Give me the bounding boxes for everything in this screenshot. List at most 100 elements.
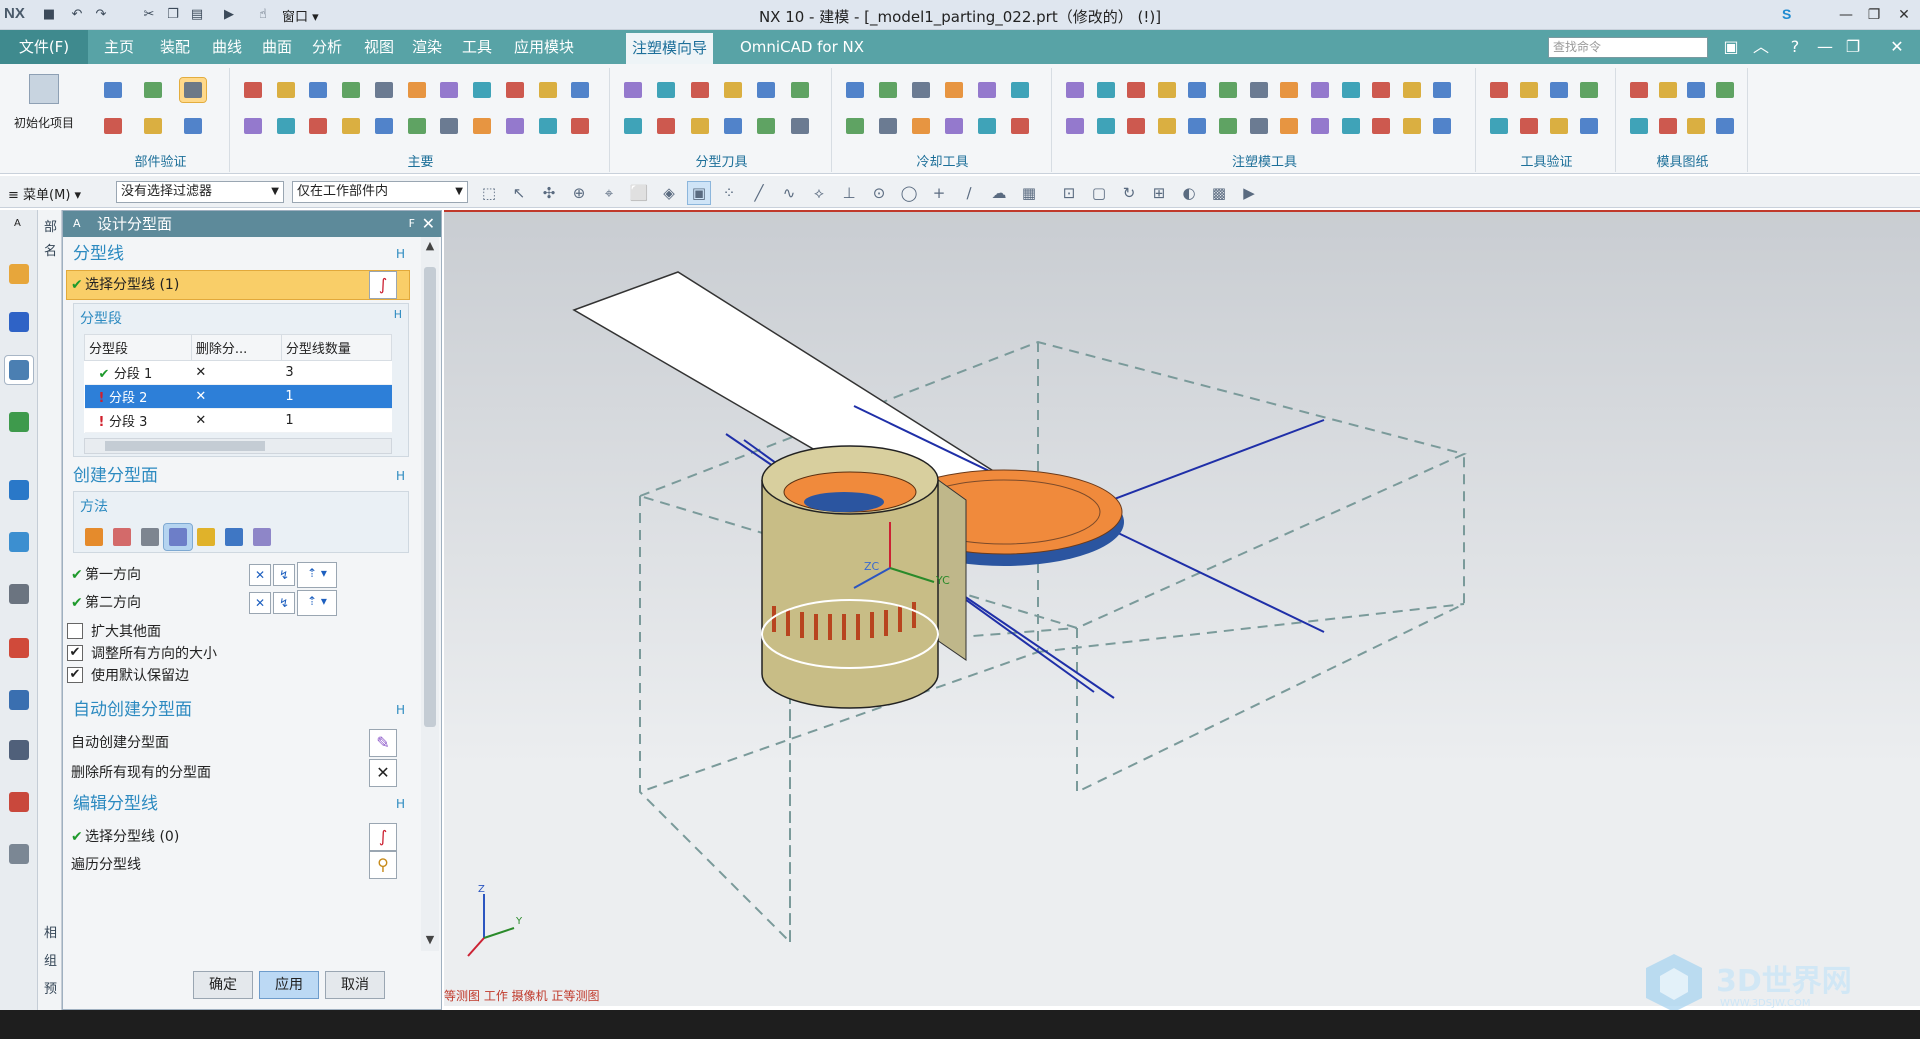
menu-button[interactable]: ≡ 菜单(M) ▾ bbox=[8, 184, 81, 203]
ribbon-tool-icon[interactable] bbox=[1626, 78, 1652, 102]
vector-dialog-2-icon[interactable]: ↯ bbox=[273, 592, 295, 614]
restore-button[interactable]: ❐ bbox=[1860, 4, 1888, 26]
selection-tool-icon[interactable]: ◐ bbox=[1178, 182, 1200, 204]
ribbon-tool-icon[interactable] bbox=[535, 114, 561, 138]
ribbon-tool-icon[interactable] bbox=[1429, 114, 1455, 138]
tab-7[interactable]: 工具 bbox=[456, 30, 498, 64]
ribbon-tool-icon[interactable] bbox=[1576, 78, 1602, 102]
system-materials-icon[interactable] bbox=[5, 634, 33, 662]
ribbon-tool-icon[interactable] bbox=[140, 114, 166, 138]
selection-tool-icon[interactable]: ⌖ bbox=[598, 182, 620, 204]
method-sweep-icon[interactable] bbox=[108, 524, 136, 550]
ribbon-tool-icon[interactable] bbox=[1246, 114, 1272, 138]
ribbon-tool-icon[interactable] bbox=[1486, 114, 1512, 138]
ribbon-tool-icon[interactable] bbox=[720, 78, 746, 102]
ribbon-tool-icon[interactable] bbox=[787, 114, 813, 138]
reverse-direction-icon[interactable]: ✕ bbox=[249, 564, 271, 586]
ribbon-tool-icon[interactable] bbox=[1154, 114, 1180, 138]
tab-6[interactable]: 渲染 bbox=[406, 30, 448, 64]
tab-10[interactable]: OmniCAD for NX bbox=[734, 30, 870, 64]
selection-tool-icon[interactable]: ⬜ bbox=[628, 182, 650, 204]
save-icon[interactable]: ■ bbox=[40, 6, 58, 24]
method-bounded-plane-icon[interactable] bbox=[136, 524, 164, 550]
pin-icon[interactable]: A bbox=[14, 218, 21, 229]
ribbon-tool-icon[interactable] bbox=[100, 114, 126, 138]
ribbon-tool-icon[interactable] bbox=[371, 78, 397, 102]
ribbon-tool-icon[interactable] bbox=[502, 78, 528, 102]
selection-tool-icon[interactable]: ⊡ bbox=[1058, 182, 1080, 204]
segment-h-scrollbar[interactable] bbox=[84, 438, 392, 454]
resize-all-directions-checkbox[interactable]: ✔ bbox=[67, 645, 83, 661]
selection-tool-icon[interactable]: ∕ bbox=[958, 182, 980, 204]
selection-tool-icon[interactable]: ╱ bbox=[748, 182, 770, 204]
ribbon-tool-icon[interactable] bbox=[1062, 114, 1088, 138]
selection-tool-icon[interactable]: ✣ bbox=[538, 182, 560, 204]
method-fill-icon[interactable] bbox=[220, 524, 248, 550]
ribbon-tool-icon[interactable] bbox=[1007, 78, 1033, 102]
selection-tool-icon[interactable]: ↻ bbox=[1118, 182, 1140, 204]
ribbon-tool-icon[interactable] bbox=[1307, 114, 1333, 138]
ribbon-tool-icon[interactable] bbox=[875, 114, 901, 138]
selection-tool-icon[interactable]: ↖ bbox=[508, 182, 530, 204]
ribbon-tool-icon[interactable] bbox=[567, 114, 593, 138]
selection-tool-icon[interactable]: ◯ bbox=[898, 182, 920, 204]
repeat-command-icon[interactable]: ▶ bbox=[220, 6, 238, 24]
reverse-direction-2-icon[interactable]: ✕ bbox=[249, 592, 271, 614]
window-menu[interactable]: 窗口 ▾ bbox=[282, 6, 319, 25]
dialog-scrollbar[interactable]: ▲ ▼ bbox=[421, 237, 439, 951]
ribbon-tool-icon[interactable] bbox=[908, 78, 934, 102]
ribbon-tool-icon[interactable] bbox=[1062, 78, 1088, 102]
search-input[interactable]: 查找命令 bbox=[1548, 37, 1708, 58]
select-curve-button[interactable]: ∫ bbox=[369, 271, 397, 299]
ribbon-tool-icon[interactable] bbox=[140, 78, 166, 102]
close-button[interactable]: ✕ bbox=[1890, 4, 1918, 26]
ribbon-tool-icon[interactable] bbox=[1338, 114, 1364, 138]
ribbon-tool-icon[interactable] bbox=[1712, 78, 1738, 102]
assembly-navigator-icon[interactable] bbox=[5, 260, 33, 288]
dialog-reset-icon[interactable]: F bbox=[409, 211, 415, 237]
vector-type-dropdown[interactable]: ⇡ ▾ bbox=[297, 562, 337, 588]
ribbon-tool-icon[interactable] bbox=[338, 114, 364, 138]
doc-restore-icon[interactable]: ❐ bbox=[1840, 35, 1866, 59]
ribbon-tool-icon[interactable] bbox=[1154, 78, 1180, 102]
redo-icon[interactable]: ↷ bbox=[92, 6, 110, 24]
ribbon-tool-icon[interactable] bbox=[240, 114, 266, 138]
ribbon-tool-icon[interactable] bbox=[436, 114, 462, 138]
ribbon-tool-icon[interactable] bbox=[875, 78, 901, 102]
vector-type-2-dropdown[interactable]: ⇡ ▾ bbox=[297, 590, 337, 616]
ribbon-tool-icon[interactable] bbox=[1546, 78, 1572, 102]
vector-dialog-icon[interactable]: ↯ bbox=[273, 564, 295, 586]
ribbon-tool-icon[interactable] bbox=[502, 114, 528, 138]
tab-8[interactable]: 应用模块 bbox=[508, 30, 580, 64]
section-auto-create-header[interactable]: 自动创建分型面 H bbox=[63, 697, 409, 723]
ribbon-tool-icon[interactable] bbox=[687, 114, 713, 138]
undo-icon[interactable]: ↶ bbox=[68, 6, 86, 24]
ribbon-tool-icon[interactable] bbox=[469, 114, 495, 138]
roles-icon[interactable] bbox=[5, 788, 33, 816]
selection-tool-icon[interactable]: ▩ bbox=[1208, 182, 1230, 204]
manufacturing-wizards-icon[interactable] bbox=[5, 736, 33, 764]
selection-tool-icon[interactable]: + bbox=[928, 182, 950, 204]
ribbon-tool-icon[interactable] bbox=[1683, 114, 1709, 138]
enlarge-other-faces-checkbox[interactable] bbox=[67, 623, 83, 639]
selection-tool-icon[interactable]: ⁘ bbox=[718, 182, 740, 204]
ribbon-tool-icon[interactable] bbox=[1184, 78, 1210, 102]
apply-button[interactable]: 应用 bbox=[259, 971, 319, 999]
ribbon-tool-icon[interactable] bbox=[436, 78, 462, 102]
tab-2[interactable]: 曲线 bbox=[206, 30, 248, 64]
ribbon-tool-icon[interactable] bbox=[908, 114, 934, 138]
tab-4[interactable]: 分析 bbox=[306, 30, 348, 64]
ribbon-tool-icon[interactable] bbox=[1712, 114, 1738, 138]
ribbon-collapse-icon[interactable]: ︿ bbox=[1748, 35, 1774, 59]
ribbon-tool-icon[interactable] bbox=[1683, 78, 1709, 102]
ribbon-tool-icon[interactable] bbox=[404, 78, 430, 102]
ribbon-tool-icon[interactable] bbox=[753, 78, 779, 102]
select-parting-line-0-row[interactable]: ✔ 选择分型线 (0) bbox=[67, 823, 409, 851]
doc-minimize-icon[interactable]: — bbox=[1812, 35, 1838, 59]
cancel-button[interactable]: 取消 bbox=[325, 971, 385, 999]
graphics-window[interactable]: ZC YC Z Y bbox=[444, 210, 1920, 1006]
ribbon-tool-icon[interactable] bbox=[1215, 114, 1241, 138]
ribbon-tool-icon[interactable] bbox=[1184, 114, 1210, 138]
tab-1[interactable]: 装配 bbox=[154, 30, 196, 64]
ribbon-tool-icon[interactable] bbox=[1516, 78, 1542, 102]
